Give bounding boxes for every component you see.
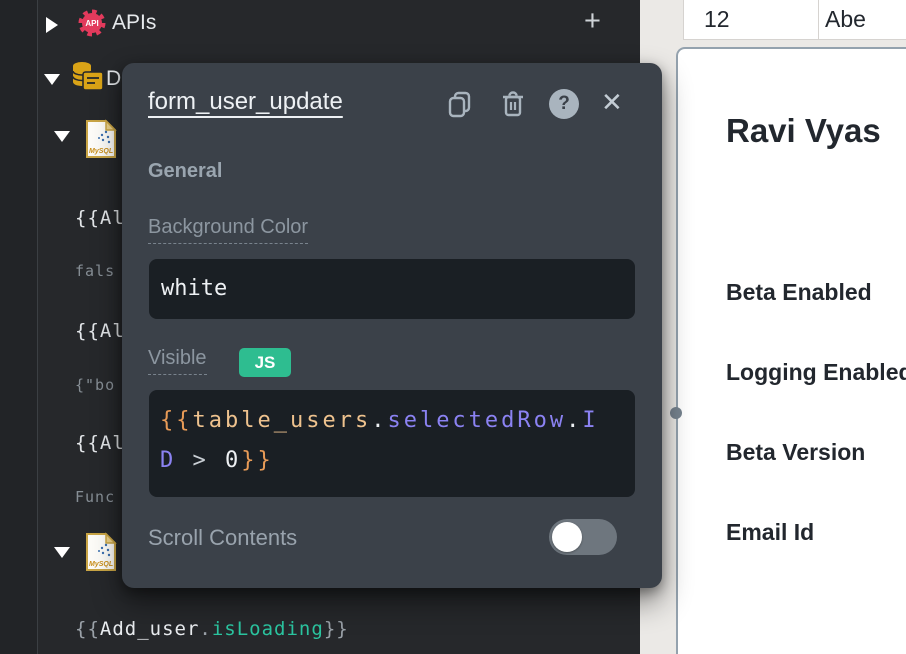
scroll-contents-toggle[interactable] — [549, 519, 617, 555]
code-line: {{table_users.selectedRow.I — [160, 401, 635, 441]
tree-item-binding[interactable]: {{Al — [75, 207, 125, 229]
binding-dot: . — [199, 618, 211, 640]
binding-close-braces: }} — [324, 618, 349, 640]
js-toggle-badge[interactable]: JS — [239, 348, 291, 377]
binding-property: isLoading — [212, 618, 324, 640]
app-editor-screen: API APIs + D MySQL {{Al fals — [0, 0, 906, 654]
query-expand-arrow-icon[interactable] — [54, 547, 70, 558]
svg-text:API: API — [85, 19, 98, 28]
tree-item-value[interactable]: Func — [75, 488, 115, 506]
form-field-label[interactable]: Email Id — [726, 519, 814, 546]
sidebar-item-apis[interactable]: APIs — [112, 11, 156, 35]
api-gear-icon: API — [78, 9, 106, 37]
mysql-file-icon[interactable]: MySQL — [85, 532, 117, 572]
visible-code-editor[interactable]: {{table_users.selectedRow.I D > 0}} — [149, 390, 635, 497]
tree-item-binding[interactable]: {{Al — [75, 320, 125, 342]
trash-icon[interactable] — [500, 91, 526, 118]
close-icon[interactable]: ✕ — [601, 87, 623, 118]
sidebar-item-datasources[interactable]: D — [106, 67, 121, 91]
widget-name-title[interactable]: form_user_update — [148, 88, 343, 116]
background-color-input[interactable]: white — [149, 259, 635, 319]
svg-text:MySQL: MySQL — [89, 148, 113, 155]
binding-open-braces: {{ — [75, 618, 100, 640]
table-cell-value: Abe — [825, 0, 866, 39]
binding-entity: Add_user — [100, 618, 200, 640]
mysql-file-icon[interactable]: MySQL — [85, 119, 117, 159]
form-heading[interactable]: Ravi Vyas — [726, 112, 881, 150]
resize-handle[interactable] — [670, 407, 682, 419]
form-field-label[interactable]: Logging Enabled — [726, 359, 906, 386]
section-header-general: General — [148, 160, 222, 183]
svg-text:MySQL: MySQL — [89, 561, 113, 568]
form-field-label[interactable]: Beta Enabled — [726, 279, 872, 306]
table-cell-value: 12 — [704, 0, 730, 39]
tree-item-value[interactable]: fals — [75, 262, 115, 280]
scroll-contents-label: Scroll Contents — [148, 525, 297, 551]
apis-collapse-arrow-icon[interactable] — [46, 17, 58, 33]
tree-item-binding[interactable]: {{Al — [75, 432, 125, 454]
toggle-knob — [552, 522, 582, 552]
tree-item-value[interactable]: {"bo — [75, 376, 115, 394]
datasource-database-icon — [71, 60, 105, 93]
background-color-label[interactable]: Background Color — [148, 216, 308, 244]
help-icon[interactable]: ? — [549, 89, 579, 119]
add-api-button[interactable]: + — [584, 5, 601, 38]
copy-icon[interactable] — [447, 91, 473, 118]
visible-label[interactable]: Visible — [148, 347, 207, 375]
code-line: D > 0}} — [160, 441, 635, 481]
table-cell[interactable]: 12 — [683, 0, 819, 40]
tree-item-isloading-binding[interactable]: {{Add_user.isLoading}} — [75, 618, 349, 640]
table-cell[interactable]: Abe — [818, 0, 906, 40]
form-field-label[interactable]: Beta Version — [726, 439, 865, 466]
query-expand-arrow-icon[interactable] — [54, 131, 70, 142]
widget-properties-popup: form_user_update ? ✕ General Background … — [122, 63, 662, 588]
datasources-expand-arrow-icon[interactable] — [44, 74, 60, 85]
sidebar-left-strip — [0, 0, 38, 654]
